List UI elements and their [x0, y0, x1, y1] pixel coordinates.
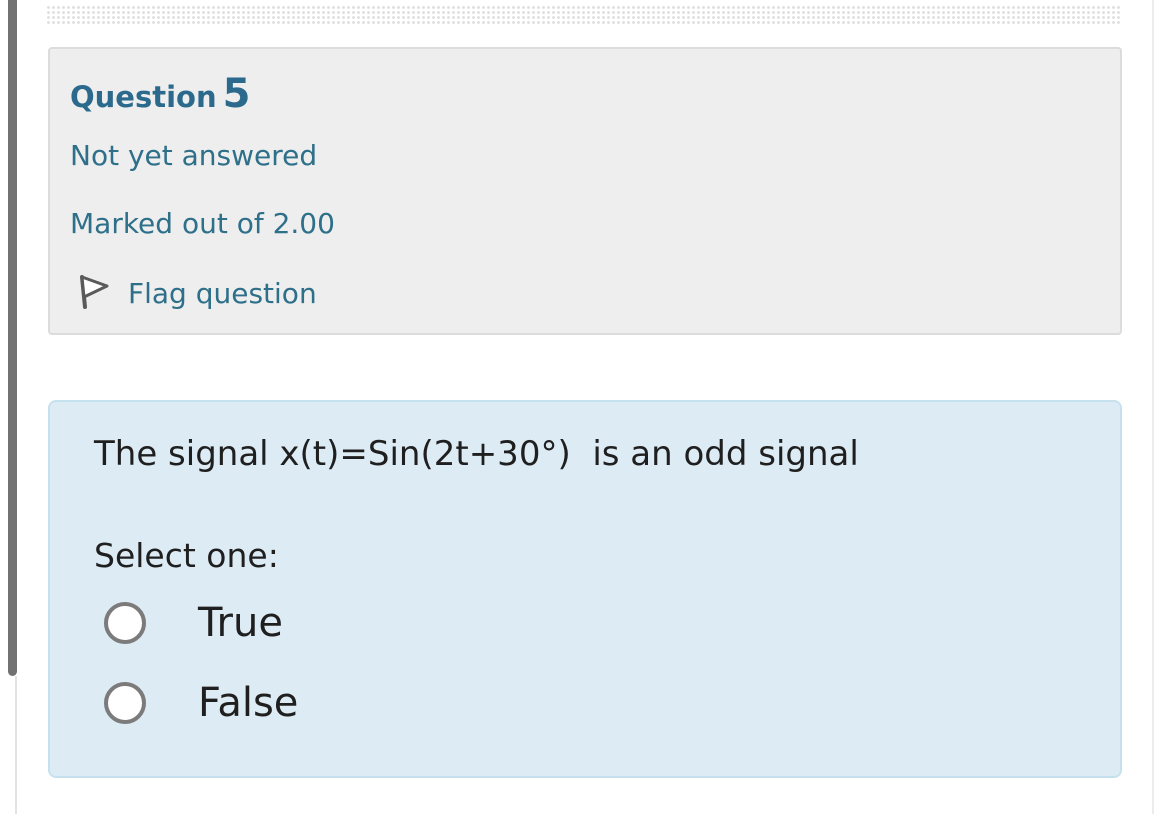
- question-content-panel: The signal x(t)=Sin(2t+30°) is an odd si…: [48, 400, 1122, 778]
- question-number: 5: [222, 71, 251, 117]
- question-info-panel: Question 5 Not yet answered Marked out of…: [48, 47, 1122, 335]
- answer-option-true[interactable]: True: [104, 598, 283, 648]
- answer-option-label[interactable]: False: [198, 680, 298, 726]
- question-label: Question: [70, 80, 217, 114]
- radio-button-true[interactable]: [104, 602, 146, 644]
- quiz-page: Question 5 Not yet answered Marked out of…: [0, 0, 1170, 814]
- question-text: The signal x(t)=Sin(2t+30°) is an odd si…: [94, 434, 859, 474]
- answer-option-false[interactable]: False: [104, 678, 298, 728]
- flag-question-button[interactable]: Flag question: [72, 273, 317, 313]
- answer-option-label[interactable]: True: [198, 600, 283, 646]
- right-border-line: [1152, 0, 1154, 814]
- answer-prompt: Select one:: [94, 536, 279, 575]
- left-border-line: [15, 676, 17, 814]
- question-grade: Marked out of 2.00: [70, 207, 335, 240]
- radio-button-false[interactable]: [104, 682, 146, 724]
- question-heading: Question 5: [70, 71, 250, 117]
- dotted-separator: [46, 5, 1122, 24]
- flag-question-label[interactable]: Flag question: [128, 277, 317, 310]
- flag-icon[interactable]: [72, 271, 112, 315]
- navigation-scroll-bar[interactable]: [8, 0, 17, 676]
- question-state: Not yet answered: [70, 139, 318, 172]
